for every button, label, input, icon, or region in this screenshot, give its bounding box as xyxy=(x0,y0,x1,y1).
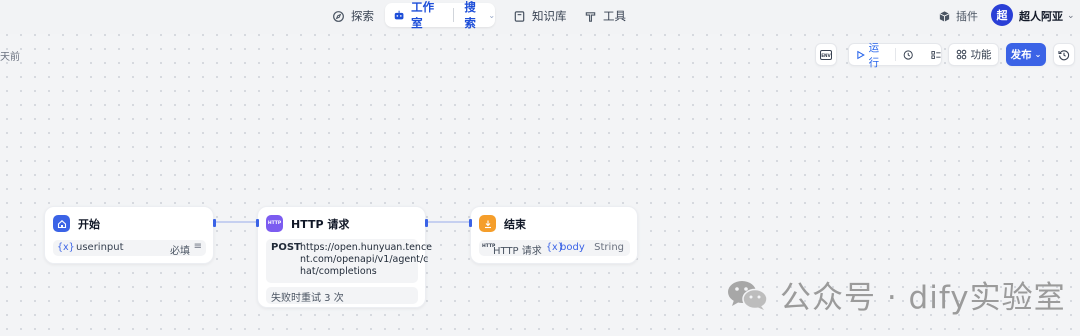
output-handle[interactable] xyxy=(213,219,216,227)
menu-lines-icon: ≡ xyxy=(193,241,202,252)
url-line: hat/completions xyxy=(300,266,377,277)
http-method: POST xyxy=(271,242,301,253)
retry-text: 失败时重试 3 次 xyxy=(271,293,344,304)
watermark: 公众号 · dify实验室 xyxy=(726,272,1066,317)
variable-icon: {x} xyxy=(57,242,75,253)
http-icon: HTTP xyxy=(266,215,283,232)
node-header: 开始 xyxy=(53,215,100,232)
source-node-name: HTTP 请求 xyxy=(493,246,542,257)
request-url: https://open.hunyuan.tence nt.com/openap… xyxy=(300,242,432,278)
node-http-request[interactable]: HTTP HTTP 请求 POST https://open.hunyuan.t… xyxy=(256,206,432,308)
flag-end-icon xyxy=(479,215,496,232)
input-variable-row[interactable]: {x} userinput 必填 ≡ xyxy=(53,240,206,257)
output-handle[interactable] xyxy=(425,219,428,227)
variable-name: body xyxy=(560,242,585,253)
node-title: HTTP 请求 xyxy=(291,217,350,231)
input-handle[interactable] xyxy=(469,219,472,227)
required-label: 必填 xyxy=(170,246,190,257)
wechat-icon xyxy=(728,280,768,310)
node-start[interactable]: 开始 {x} userinput 必填 ≡ xyxy=(44,206,216,264)
node-end[interactable]: 结束 HTTP HTTP 请求 {x} body String xyxy=(469,206,638,264)
watermark-text: 公众号 · dify实验室 xyxy=(780,280,1066,316)
retry-row: 失败时重试 3 次 xyxy=(266,287,418,304)
request-row: POST https://open.hunyuan.tence nt.com/o… xyxy=(266,239,432,283)
output-variable-row[interactable]: HTTP HTTP 请求 {x} body String xyxy=(479,240,630,257)
home-icon xyxy=(53,215,70,232)
node-header: HTTP HTTP 请求 xyxy=(266,215,349,232)
node-title: 开始 xyxy=(78,217,100,231)
variable-name: userinput xyxy=(76,242,124,253)
node-header: 结束 xyxy=(479,215,526,232)
url-line: https://open.hunyuan.tence xyxy=(300,242,433,253)
input-handle[interactable] xyxy=(256,219,259,227)
node-title: 结束 xyxy=(504,217,526,231)
variable-type: String xyxy=(594,242,624,253)
url-line: nt.com/openapi/v1/agent/c xyxy=(300,254,429,265)
